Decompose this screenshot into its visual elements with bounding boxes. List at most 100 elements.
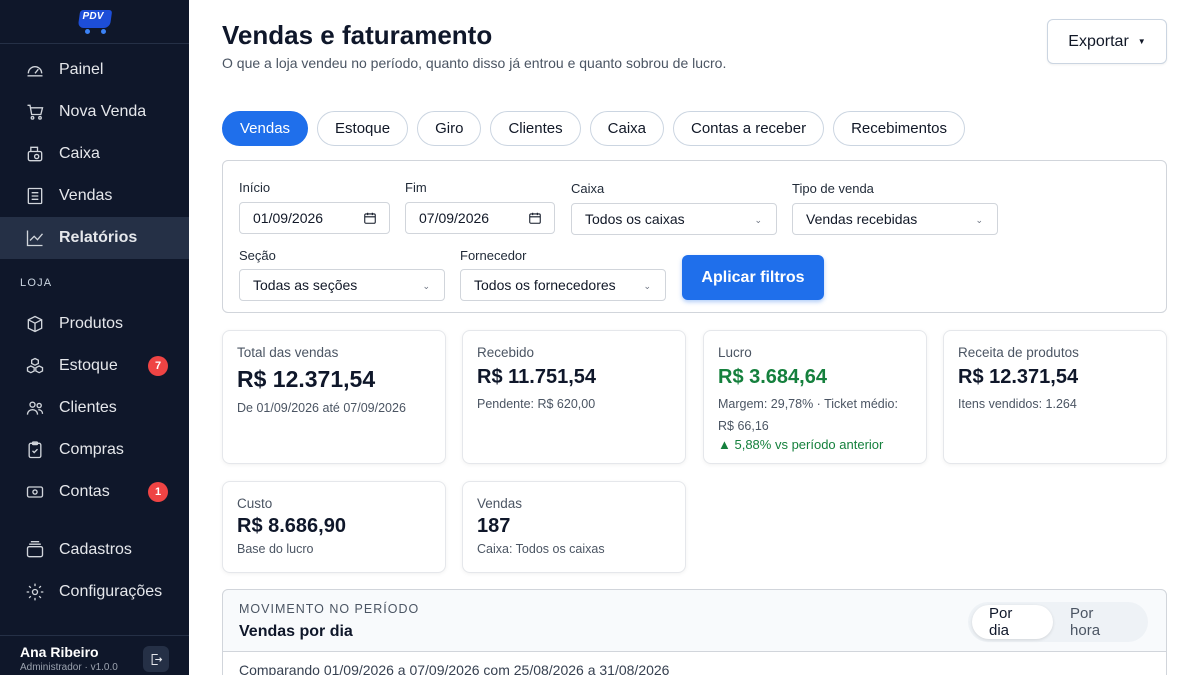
card-subtext: Pendente: R$ 620,00 xyxy=(477,397,596,411)
supplier-select-value: Todos os fornecedores xyxy=(474,277,616,293)
sidebar-item-produtos[interactable]: Produtos xyxy=(0,303,189,345)
received-card: Recebido R$ 11.751,54 Pendente: R$ 620,0… xyxy=(462,330,686,464)
card-value: R$ 12.371,54 xyxy=(958,366,1079,388)
app-logo[interactable]: PDV xyxy=(0,0,189,44)
chevron-down-icon: ⌄ xyxy=(975,215,983,225)
sidebar-item-label: Nova Venda xyxy=(59,103,147,120)
sidebar-item-label: Compras xyxy=(59,441,124,458)
sidebar-item-vendas[interactable]: Vendas xyxy=(0,175,189,217)
tab-estoque[interactable]: Estoque xyxy=(317,111,409,146)
cart-logo-icon: PDV xyxy=(77,8,113,34)
movement-section: MOVIMENTO NO PERÍODO Vendas por dia Por … xyxy=(222,589,1167,675)
supplier-select[interactable]: Todos os fornecedores ⌄ xyxy=(460,269,666,301)
sidebar-item-cadastros[interactable]: Cadastros xyxy=(0,529,189,571)
card-subtext: Caixa: Todos os caixas xyxy=(477,542,605,556)
folder-stack-icon xyxy=(24,539,46,561)
users-icon xyxy=(24,397,46,419)
end-date-label: Fim xyxy=(405,180,427,195)
sidebar-item-label: Produtos xyxy=(59,315,124,332)
register-select[interactable]: Todos os caixas ⌄ xyxy=(571,203,777,235)
filters-panel: Início 01/09/2026 Fim 07/09/2026 Caixa T… xyxy=(222,160,1167,313)
sidebar-item-compras[interactable]: Compras xyxy=(0,429,189,471)
end-date-input[interactable]: 07/09/2026 xyxy=(405,202,555,234)
sidebar-item-painel[interactable]: Painel xyxy=(0,49,189,91)
box-icon xyxy=(24,313,46,335)
sidebar: PDV Painel Nova Venda Caixa Vendas Relat… xyxy=(0,0,189,675)
tab-clientes[interactable]: Clientes xyxy=(490,111,581,146)
profit-card: Lucro R$ 3.684,64 Margem: 29,78% · Ticke… xyxy=(703,330,927,464)
page-title: Vendas e faturamento xyxy=(222,20,493,50)
sidebar-item-relatorios[interactable]: Relatórios xyxy=(0,217,189,259)
sale-type-label: Tipo de venda xyxy=(792,181,874,196)
gauge-icon xyxy=(24,59,46,81)
register-select-value: Todos os caixas xyxy=(585,211,685,227)
sidebar-item-configuracoes[interactable]: Configurações xyxy=(0,571,189,613)
chart-line-icon xyxy=(24,227,46,249)
register-label: Caixa xyxy=(571,181,605,196)
logout-icon xyxy=(151,653,162,665)
card-subtext: De 01/09/2026 até 07/09/2026 xyxy=(237,401,406,415)
sidebar-item-label: Estoque xyxy=(59,357,118,374)
sidebar-item-label: Contas xyxy=(59,483,110,500)
chevron-down-icon: ⌄ xyxy=(422,281,430,291)
section-select[interactable]: Todas as seções ⌄ xyxy=(239,269,445,301)
calendar-icon[interactable] xyxy=(363,211,377,225)
calendar-icon[interactable] xyxy=(528,211,542,225)
toggle-per-day[interactable]: Por dia xyxy=(972,605,1054,639)
tab-vendas[interactable]: Vendas xyxy=(222,111,309,146)
sidebar-item-label: Vendas xyxy=(59,187,113,204)
sidebar-item-clientes[interactable]: Clientes xyxy=(0,387,189,429)
sidebar-item-label: Clientes xyxy=(59,399,117,416)
card-value: R$ 12.371,54 xyxy=(237,366,376,392)
chevron-down-icon: ⌄ xyxy=(754,215,762,225)
logout-button[interactable] xyxy=(143,646,169,672)
user-panel: Ana Ribeiro Administrador · v1.0.0 xyxy=(0,635,189,675)
export-button-label: Exportar xyxy=(1068,32,1129,50)
cash-register-icon xyxy=(24,143,46,165)
apply-filters-button[interactable]: Aplicar filtros xyxy=(682,255,824,300)
sidebar-item-contas[interactable]: Contas 1 xyxy=(0,471,189,513)
cost-card: Custo R$ 8.686,90 Base do lucro xyxy=(222,481,446,573)
sidebar-item-nova-venda[interactable]: Nova Venda xyxy=(0,91,189,133)
tab-contas-a-receber[interactable]: Contas a receber xyxy=(673,111,825,146)
cart-icon xyxy=(24,101,46,123)
start-date-input[interactable]: 01/09/2026 xyxy=(239,202,390,234)
card-title: Recebido xyxy=(477,345,535,360)
sidebar-item-label: Relatórios xyxy=(59,229,138,246)
toggle-per-hour[interactable]: Por hora xyxy=(1053,605,1144,639)
sidebar-item-label: Painel xyxy=(59,61,104,78)
main-content: Vendas e faturamento O que a loja vendeu… xyxy=(222,0,1167,675)
card-title: Lucro xyxy=(718,345,752,360)
sales-count-card: Vendas 187 Caixa: Todos os caixas xyxy=(462,481,686,573)
total-sales-card: Total das vendas R$ 12.371,54 De 01/09/2… xyxy=(222,330,446,464)
section-title: Vendas por dia xyxy=(239,623,353,640)
section-label: Seção xyxy=(239,248,276,263)
gear-icon xyxy=(24,581,46,603)
section-kicker: MOVIMENTO NO PERÍODO xyxy=(239,602,420,616)
sidebar-section-label: LOJA xyxy=(20,277,53,289)
sidebar-item-estoque[interactable]: Estoque 7 xyxy=(0,345,189,387)
granularity-toggle: Por dia Por hora xyxy=(968,602,1148,642)
start-date-value: 01/09/2026 xyxy=(253,210,324,226)
card-value: 187 xyxy=(477,515,511,537)
sale-type-select[interactable]: Vendas recebidas ⌄ xyxy=(792,203,998,235)
tab-recebimentos[interactable]: Recebimentos xyxy=(833,111,965,146)
sale-type-select-value: Vendas recebidas xyxy=(806,211,918,227)
sidebar-item-label: Caixa xyxy=(59,145,100,162)
export-button[interactable]: Exportar ▼ xyxy=(1047,19,1167,64)
card-subtext: Margem: 29,78% · Ticket médio: R$ 66,16 xyxy=(718,397,898,433)
card-title: Custo xyxy=(237,496,273,511)
card-subtext: Itens vendidos: 1.264 xyxy=(958,397,1077,411)
end-date-value: 07/09/2026 xyxy=(419,210,490,226)
stock-count-badge: 7 xyxy=(148,356,168,376)
card-subtext: Base do lucro xyxy=(237,542,314,556)
report-tabs: Vendas Estoque Giro Clientes Caixa Conta… xyxy=(222,111,965,146)
tab-giro[interactable]: Giro xyxy=(417,111,482,146)
card-title: Total das vendas xyxy=(237,345,339,360)
boxes-stack-icon xyxy=(24,355,46,377)
tab-caixa[interactable]: Caixa xyxy=(589,111,664,146)
card-title: Receita de produtos xyxy=(958,345,1079,360)
sidebar-item-caixa[interactable]: Caixa xyxy=(0,133,189,175)
sidebar-item-label: Configurações xyxy=(59,583,163,600)
receipt-list-icon xyxy=(24,185,46,207)
